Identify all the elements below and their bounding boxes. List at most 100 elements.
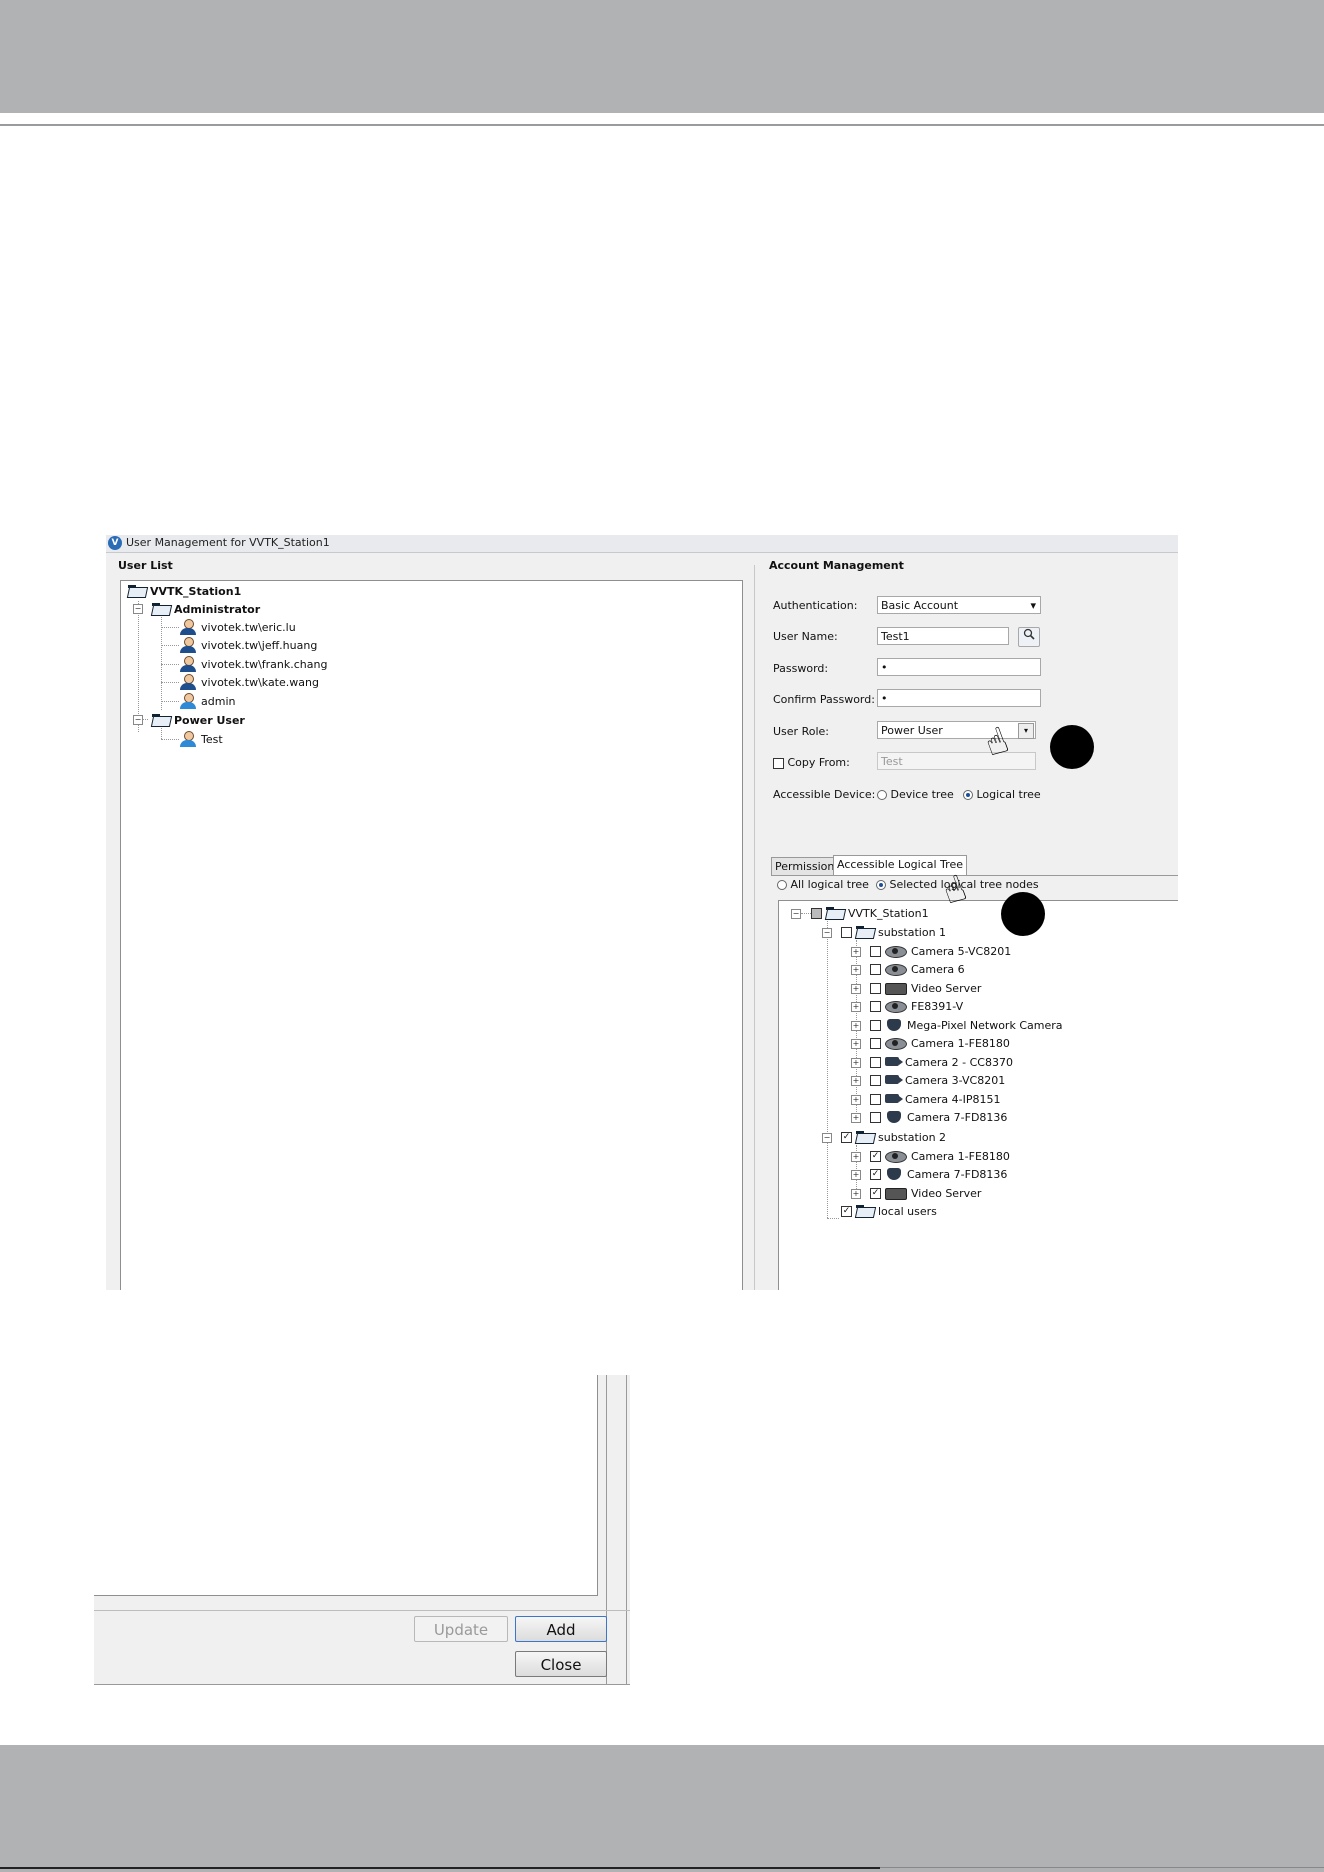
copy-from-checkbox[interactable]: Copy From:: [773, 756, 850, 769]
user-role-select[interactable]: Power User ▾: [877, 721, 1036, 739]
tree-root[interactable]: VVTK_Station1: [128, 583, 241, 599]
expand-icon[interactable]: +: [851, 1076, 861, 1086]
tree-line: [801, 913, 811, 914]
folder-open-icon: [856, 1131, 874, 1143]
collapse-icon[interactable]: −: [822, 928, 832, 938]
username-input[interactable]: Test1: [877, 627, 1009, 645]
expand-icon[interactable]: +: [851, 1058, 861, 1068]
tree-root[interactable]: VVTK_Station1: [811, 905, 929, 921]
user-list-pane[interactable]: [94, 1375, 598, 1596]
confirm-password-input[interactable]: •: [877, 689, 1041, 707]
window-edge: [626, 1375, 627, 1685]
video-server-icon: [885, 1187, 907, 1200]
chevron-down-icon: ▾: [1030, 599, 1036, 612]
separator: [94, 1610, 630, 1611]
close-button[interactable]: Close: [515, 1651, 607, 1677]
device-tree-radio[interactable]: Device tree: [877, 788, 954, 801]
user-label: vivotek.tw\eric.lu: [201, 620, 296, 634]
user-item[interactable]: Test: [179, 730, 223, 747]
device-label: Camera 6: [911, 962, 965, 976]
user-item[interactable]: vivotek.tw\kate.wang: [179, 673, 319, 690]
local-users-label: local users: [878, 1204, 937, 1218]
authentication-select[interactable]: Basic Account ▾: [877, 596, 1041, 614]
device-item[interactable]: Mega-Pixel Network Camera: [870, 1017, 1062, 1033]
expand-icon[interactable]: +: [851, 1113, 861, 1123]
checkbox-icon: [870, 1019, 881, 1031]
authentication-value: Basic Account: [881, 599, 959, 612]
app-logo-icon: V: [108, 536, 122, 550]
device-item[interactable]: Video Server: [870, 980, 981, 996]
device-item[interactable]: ✓ Video Server: [870, 1185, 981, 1201]
device-item[interactable]: Camera 7-FD8136: [870, 1109, 1007, 1125]
camera-icon: [885, 963, 907, 976]
folder-open-icon: [152, 714, 170, 726]
user-list-tree[interactable]: VVTK_Station1 − Administrator vivotek.tw…: [120, 580, 743, 1290]
update-button[interactable]: Update: [414, 1616, 508, 1642]
device-item[interactable]: Camera 6: [870, 961, 965, 977]
substation-2-node[interactable]: ✓ substation 2: [841, 1129, 946, 1145]
expand-icon[interactable]: +: [851, 1039, 861, 1049]
device-item[interactable]: Camera 2 - CC8370: [870, 1054, 1013, 1070]
chevron-down-icon[interactable]: ▾: [1018, 723, 1034, 739]
device-item[interactable]: Camera 3-VC8201: [870, 1072, 1005, 1088]
device-item[interactable]: ✓ Camera 1-FE8180: [870, 1148, 1010, 1164]
device-label: Camera 5-VC8201: [911, 944, 1012, 958]
collapse-icon[interactable]: −: [791, 909, 801, 919]
device-item[interactable]: FE8391-V: [870, 998, 963, 1014]
dome-camera-icon: [885, 1018, 903, 1032]
device-label: Camera 7-FD8136: [907, 1110, 1008, 1124]
logical-tree-radio[interactable]: Logical tree: [963, 788, 1041, 801]
user-item[interactable]: vivotek.tw\jeff.huang: [179, 636, 317, 653]
user-icon: [179, 618, 197, 636]
user-management-window: V User Management for VVTK_Station1 User…: [106, 535, 1178, 1290]
checkbox-icon: [773, 757, 784, 769]
search-icon: [1023, 628, 1035, 640]
user-item[interactable]: admin: [179, 692, 235, 709]
group-administrator[interactable]: Administrator: [152, 601, 260, 617]
checkbox-icon: [870, 982, 881, 994]
group-power-user[interactable]: Power User: [152, 712, 245, 728]
device-item[interactable]: Camera 5-VC8201: [870, 943, 1011, 959]
device-item[interactable]: Camera 4-IP8151: [870, 1091, 1001, 1107]
local-users-node[interactable]: ✓ local users: [841, 1203, 937, 1219]
device-item[interactable]: Camera 1-FE8180: [870, 1035, 1010, 1051]
device-label: Mega-Pixel Network Camera: [907, 1018, 1063, 1032]
expand-icon[interactable]: +: [851, 1152, 861, 1162]
callout-marker: [1050, 725, 1094, 769]
expand-icon[interactable]: +: [851, 1021, 861, 1031]
splitter[interactable]: [754, 565, 755, 1290]
expand-icon[interactable]: +: [851, 1095, 861, 1105]
collapse-icon[interactable]: −: [133, 604, 143, 614]
expand-icon[interactable]: +: [851, 984, 861, 994]
password-input[interactable]: •: [877, 658, 1041, 676]
expand-icon[interactable]: +: [851, 965, 861, 975]
checkbox-partial-icon: [811, 907, 822, 919]
user-item[interactable]: vivotek.tw\frank.chang: [179, 655, 328, 672]
user-role-value: Power User: [881, 724, 943, 737]
substation-1-node[interactable]: substation 1: [841, 924, 946, 940]
add-button[interactable]: Add: [515, 1616, 607, 1642]
expand-icon[interactable]: +: [851, 947, 861, 957]
expand-icon[interactable]: +: [851, 1170, 861, 1180]
substation-label: substation 1: [878, 925, 947, 939]
all-logical-tree-radio[interactable]: All logical tree: [777, 878, 869, 891]
tree-line: [138, 601, 139, 732]
user-role-label: User Role:: [773, 725, 829, 738]
callout-marker: [1001, 892, 1045, 936]
logical-tree[interactable]: − VVTK_Station1 − substation 1 + Camera …: [778, 900, 1178, 1290]
user-label: vivotek.tw\frank.chang: [201, 657, 328, 671]
window-bottom-edge: [94, 1684, 630, 1685]
collapse-icon[interactable]: −: [822, 1133, 832, 1143]
expand-icon[interactable]: +: [851, 1002, 861, 1012]
tab-permission[interactable]: Permission: [771, 857, 839, 876]
device-item[interactable]: ✓ Camera 7-FD8136: [870, 1166, 1007, 1182]
user-item[interactable]: vivotek.tw\eric.lu: [179, 618, 296, 636]
account-management-label: Account Management: [769, 559, 904, 572]
search-user-button[interactable]: [1018, 627, 1040, 647]
expand-icon[interactable]: +: [851, 1189, 861, 1199]
collapse-icon[interactable]: −: [133, 715, 143, 725]
checkbox-icon: [870, 1074, 881, 1086]
tree-root-label: VVTK_Station1: [150, 584, 242, 598]
footer-rule-thin: [880, 1867, 1324, 1868]
checkbox-icon: [870, 1111, 881, 1123]
